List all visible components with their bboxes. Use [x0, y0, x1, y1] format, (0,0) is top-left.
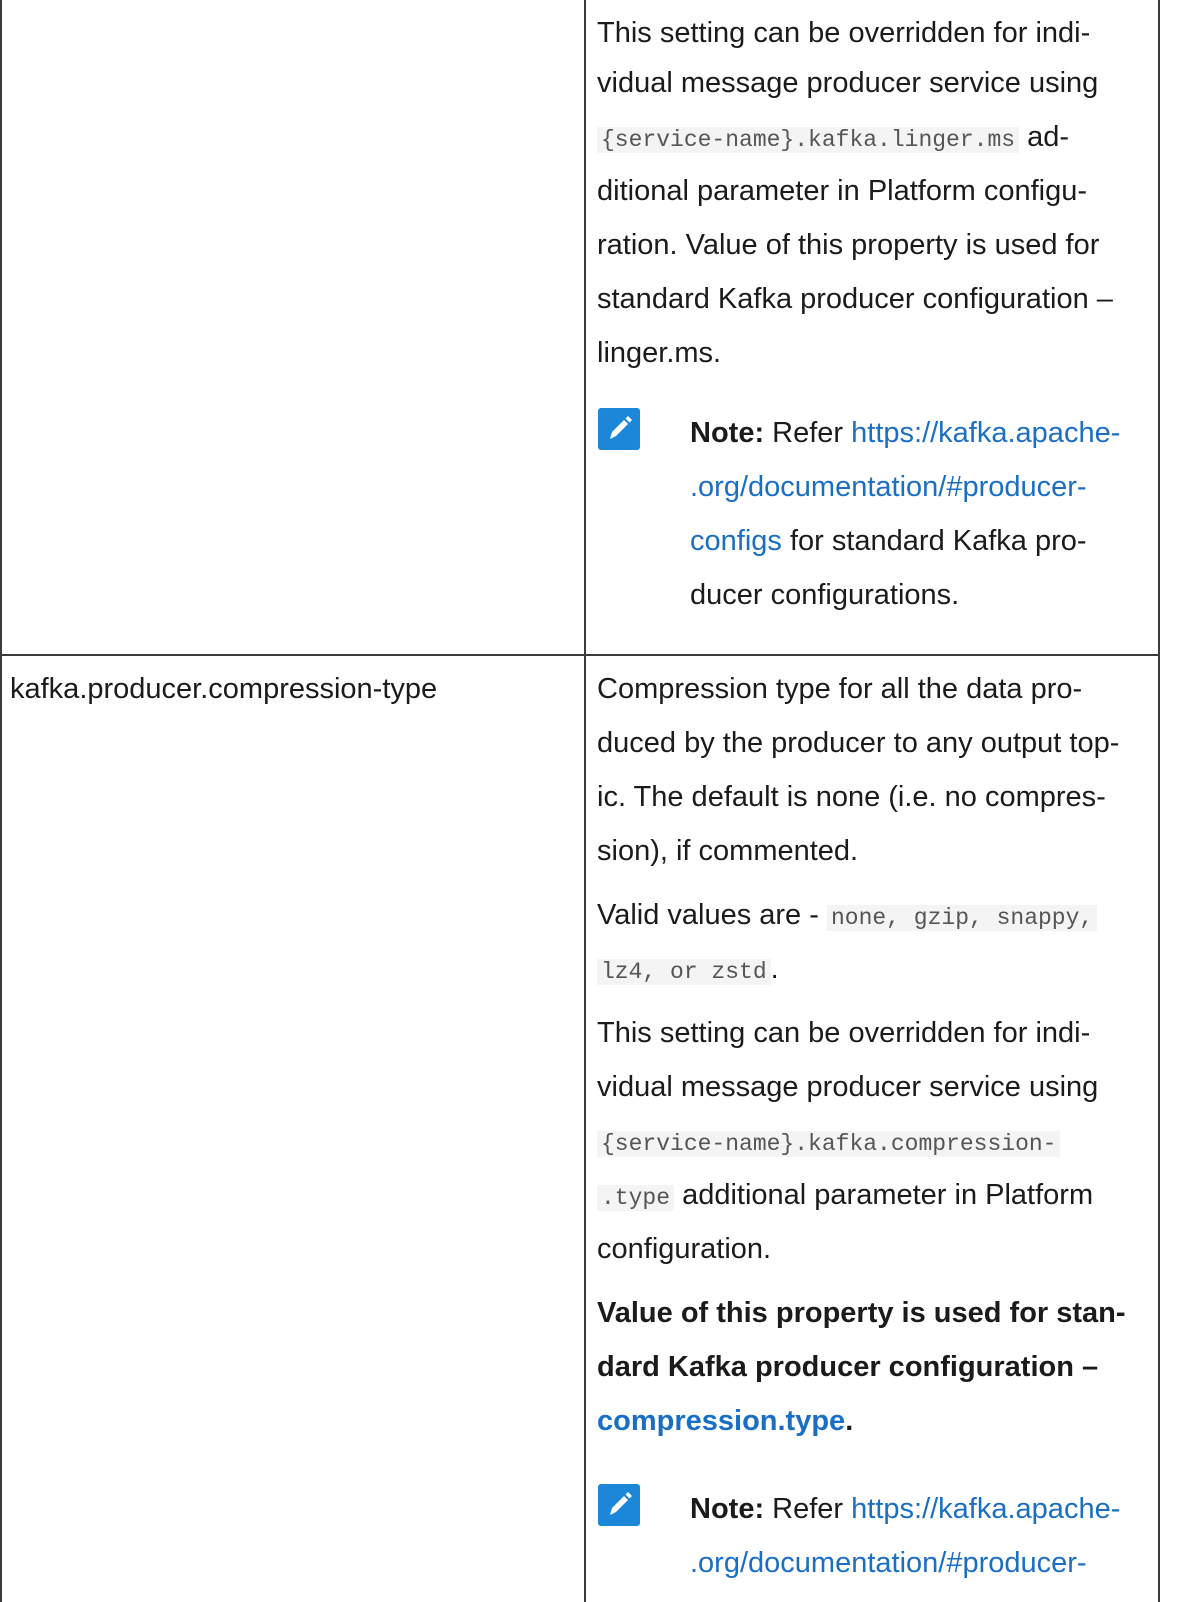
- table-column-divider: [584, 0, 586, 1602]
- valid-values-line: Valid values are - none, gzip, snappy,: [597, 890, 1098, 943]
- producer-configs-link[interactable]: .org/documentation/#producer-: [690, 471, 1087, 503]
- code-linger-ms: {service-name}.kafka.linger.ms: [597, 127, 1020, 153]
- row1-desc-line: standard Kafka producer configuration –: [597, 283, 1113, 315]
- note-line: Note: Refer https://kafka.apache-: [690, 417, 1121, 449]
- row2-desc-line: duced by the producer to any output top-: [597, 727, 1120, 759]
- note-line: ducer configurations.: [690, 579, 960, 611]
- code-valid-values: lz4, or zstd: [597, 959, 771, 985]
- producer-configs-link[interactable]: https://kafka.apache-: [851, 417, 1120, 449]
- row1-desc-line: This setting can be overridden for indi-: [597, 17, 1091, 49]
- note-label: Note:: [690, 417, 765, 449]
- valid-values-line: lz4, or zstd.: [597, 944, 779, 997]
- compression-type-link[interactable]: compression.type: [597, 1405, 845, 1437]
- row2-desc-line: .type additional parameter in Platform: [597, 1170, 1093, 1223]
- note-label: Note:: [690, 1493, 765, 1525]
- pencil-icon: [598, 408, 640, 450]
- row2-desc-line: {service-name}.kafka.compression-: [597, 1116, 1061, 1169]
- table-border-right: [1158, 0, 1160, 1602]
- row2-bold-line: Value of this property is used for stan-: [597, 1297, 1126, 1329]
- table-border-left: [0, 0, 2, 1602]
- table-row-divider: [0, 654, 1160, 656]
- row1-desc-line: ration. Value of this property is used f…: [597, 229, 1100, 261]
- code-compression-type: {service-name}.kafka.compression-: [597, 1131, 1061, 1157]
- producer-configs-link[interactable]: .org/documentation/#producer-: [690, 1547, 1087, 1579]
- row1-desc-line: ditional parameter in Platform configu-: [597, 175, 1088, 207]
- row2-desc-line: vidual message producer service using: [597, 1071, 1099, 1103]
- row2-desc-line: ic. The default is none (i.e. no compres…: [597, 781, 1106, 813]
- row2-desc-line: sion), if commented.: [597, 835, 859, 867]
- property-name: kafka.producer.compression-type: [10, 673, 438, 705]
- row1-desc-line: vidual message producer service using: [597, 67, 1099, 99]
- row1-desc-line: {service-name}.kafka.linger.ms ad-: [597, 112, 1069, 165]
- row2-bold-line: compression.type.: [597, 1405, 854, 1437]
- pencil-icon: [598, 1484, 640, 1526]
- row2-bold-line: dard Kafka producer configuration –: [597, 1351, 1099, 1383]
- note-line: .org/documentation/#producer-: [690, 462, 1087, 512]
- row2-desc-line: Compression type for all the data pro-: [597, 673, 1083, 705]
- note-line: Note: Refer https://kafka.apache-: [690, 1493, 1121, 1525]
- row2-desc-line: configuration.: [597, 1233, 772, 1265]
- code-compression-type: .type: [597, 1185, 675, 1211]
- row2-desc-line: This setting can be overridden for indi-: [597, 1017, 1091, 1049]
- note-line: configs for standard Kafka pro-: [690, 525, 1087, 557]
- producer-configs-link[interactable]: configs: [690, 525, 782, 557]
- note-line: .org/documentation/#producer-: [690, 1538, 1087, 1588]
- producer-configs-link[interactable]: https://kafka.apache-: [851, 1493, 1120, 1525]
- code-valid-values: none, gzip, snappy,: [826, 905, 1098, 931]
- row1-desc-line: linger.ms.: [597, 337, 722, 369]
